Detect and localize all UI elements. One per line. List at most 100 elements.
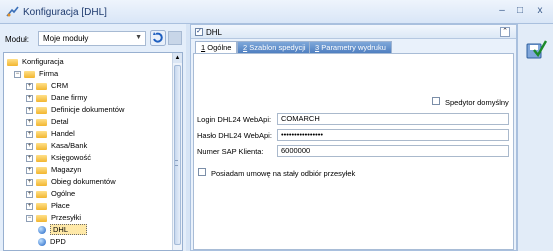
save-icon[interactable] <box>524 38 548 60</box>
folder-icon <box>36 106 47 114</box>
tree-item[interactable]: Konfiguracja <box>7 56 64 68</box>
tree-item[interactable]: + Obieg dokumentów <box>26 176 116 188</box>
expand-icon[interactable]: + <box>26 190 33 198</box>
spedytor-checkbox[interactable] <box>432 97 440 105</box>
password-label: Hasło DHL24 WebApi: <box>197 131 272 140</box>
sap-input[interactable]: 6000000 <box>277 145 509 157</box>
config-tree[interactable]: ▲ Konfiguracja − Firma + CRM + Dane firmy + Defi… <box>3 52 183 251</box>
umowa-label: Posiadam umowę na stały odbiór przesyłek <box>211 169 356 178</box>
maximize-button[interactable]: □ <box>513 4 527 18</box>
tree-item-label: CRM <box>51 81 69 90</box>
expand-icon[interactable]: + <box>26 82 33 90</box>
tree-item[interactable]: + Kasa/Bank <box>26 140 87 152</box>
expand-icon[interactable]: + <box>26 154 33 162</box>
window-title: Konfiguracja [DHL] <box>23 7 107 18</box>
tree-item-label: DPD <box>50 237 66 246</box>
dhl-enabled-checkbox[interactable]: ✓ <box>195 28 203 36</box>
expand-icon[interactable]: + <box>26 118 33 126</box>
disabled-tool-button[interactable] <box>168 31 182 45</box>
folder-icon <box>36 190 47 198</box>
expand-icon[interactable]: + <box>26 166 33 174</box>
folder-icon <box>36 142 47 150</box>
refresh-icon[interactable] <box>150 30 166 46</box>
sap-label: Numer SAP Klienta: <box>197 147 264 156</box>
tree-item-label: Handel <box>51 129 75 138</box>
folder-icon <box>36 118 47 126</box>
chevron-down-icon: ▼ <box>135 34 142 41</box>
courier-icon <box>38 238 46 247</box>
tree-item-label: Detal <box>51 117 69 126</box>
login-label: Login DHL24 WebApi: <box>197 115 272 124</box>
tree-item[interactable]: + Definicje dokumentów <box>26 104 124 116</box>
tree-item[interactable]: DPD <box>38 236 66 248</box>
tree-item[interactable]: − Przesyłki <box>26 212 81 224</box>
tree-item-label: Płace <box>51 201 70 210</box>
tab-content: Spedytor domyślny Login DHL24 WebApi: CO… <box>193 53 514 250</box>
main-panel: ✓ DHL ⌃ 1 Ogólne 2 Szablon spedycji 3 Pa… <box>190 24 517 251</box>
tree-scrollbar[interactable]: ▲ <box>172 53 182 250</box>
config-sidebar: Moduł: Moje moduły ▼ ▲ Konfiguracja − Firm… <box>0 24 186 251</box>
tree-item-label: Przesyłki <box>51 213 82 222</box>
folder-icon <box>36 166 47 174</box>
modul-select[interactable]: Moje moduły ▼ <box>38 31 146 46</box>
tree-item-label: Księgowość <box>51 153 92 162</box>
tree-item-label: Obieg dokumentów <box>51 177 116 186</box>
folder-icon <box>36 214 47 222</box>
tab-parametry-wydruku[interactable]: 3 Parametry wydruku <box>309 41 392 53</box>
tree-item-label: Definicje dokumentów <box>51 105 125 114</box>
tree-item[interactable]: + Detal <box>26 116 69 128</box>
tree-item[interactable]: + Płace <box>26 200 70 212</box>
expand-icon[interactable]: + <box>26 106 33 114</box>
tree-item-label: Kasa/Bank <box>51 141 88 150</box>
minimize-button[interactable]: – <box>495 4 509 18</box>
collapse-icon[interactable]: ⌃ <box>500 27 510 37</box>
collapse-icon[interactable]: − <box>26 214 33 222</box>
tree-item-label: Konfiguracja <box>22 57 64 66</box>
tree-item[interactable]: + Ogólne <box>26 188 75 200</box>
tree-item-label: Ogólne <box>51 189 76 198</box>
courier-icon <box>38 226 46 235</box>
tab-ogolne[interactable]: 1 Ogólne <box>195 41 238 53</box>
tree-item[interactable]: + Magazyn <box>26 164 81 176</box>
umowa-checkbox[interactable] <box>198 168 206 176</box>
tree-item-label: Firma <box>39 69 59 78</box>
password-input[interactable]: •••••••••••••••• <box>277 129 509 141</box>
tree-item[interactable]: − Firma <box>14 68 58 80</box>
tree-item[interactable]: + CRM <box>26 80 68 92</box>
tree-item[interactable]: DHL <box>38 224 88 236</box>
folder-icon <box>36 130 47 138</box>
spedytor-label: Spedytor domyślny <box>445 98 509 107</box>
tree-item[interactable]: + Handel <box>26 128 75 140</box>
expand-icon[interactable]: + <box>26 178 33 186</box>
tree-item-label: DHL <box>50 224 88 235</box>
folder-icon <box>36 154 47 162</box>
scroll-grip-icon <box>175 160 178 166</box>
panel-header: ✓ DHL ⌃ <box>191 25 516 39</box>
scroll-thumb[interactable] <box>174 65 181 245</box>
tab-szablon-spedycji[interactable]: 2 Szablon spedycji <box>237 41 312 53</box>
action-bar <box>517 24 553 251</box>
folder-icon <box>36 82 47 90</box>
folder-icon <box>36 178 47 186</box>
modul-label: Moduł: <box>5 35 30 44</box>
folder-icon <box>7 58 18 66</box>
tree-item-label: Magazyn <box>51 165 82 174</box>
folder-icon <box>36 94 47 102</box>
tree-item-label: Dane firmy <box>51 93 88 102</box>
settings-icon <box>6 6 19 17</box>
expand-icon[interactable]: + <box>26 130 33 138</box>
expand-icon[interactable]: + <box>26 202 33 210</box>
login-input[interactable]: COMARCH <box>277 113 509 125</box>
tree-item[interactable]: + Dane firmy <box>26 92 87 104</box>
tree-item[interactable]: + Księgowość <box>26 152 91 164</box>
scroll-up-icon[interactable]: ▲ <box>173 53 182 63</box>
modul-value: Moje moduły <box>43 34 89 43</box>
tab-strip: 1 Ogólne 2 Szablon spedycji 3 Parametry … <box>191 41 516 53</box>
expand-icon[interactable]: + <box>26 94 33 102</box>
panel-title: DHL <box>206 28 223 37</box>
title-bar: Konfiguracja [DHL] – □ x <box>0 0 553 24</box>
folder-icon <box>24 70 35 78</box>
expand-icon[interactable]: + <box>26 142 33 150</box>
close-button[interactable]: x <box>533 4 547 18</box>
collapse-icon[interactable]: − <box>14 70 21 78</box>
